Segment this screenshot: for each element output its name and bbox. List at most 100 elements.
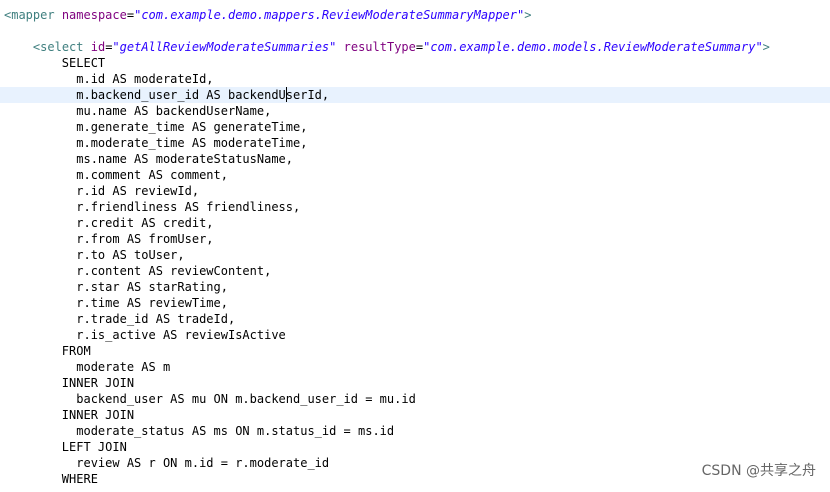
code-token: mapper — [11, 8, 55, 22]
code-token: INNER JOIN — [61, 376, 135, 390]
code-line[interactable]: m.moderate_time AS moderateTime, — [0, 135, 307, 151]
code-token: FROM — [61, 344, 91, 358]
code-token: INNER JOIN — [61, 408, 135, 422]
code-token: r.credit AS credit, — [76, 216, 214, 230]
code-line[interactable]: r.credit AS credit, — [0, 215, 214, 231]
code-line[interactable]: r.id AS reviewId, — [0, 183, 199, 199]
code-line[interactable]: INNER JOIN — [0, 375, 134, 391]
code-line[interactable]: r.is_active AS reviewIsActive — [0, 327, 286, 343]
code-line[interactable] — [0, 23, 4, 39]
code-token: moderate AS m — [76, 360, 171, 374]
code-line[interactable]: m.generate_time AS generateTime, — [0, 119, 307, 135]
code-token: "getAllReviewModerateSummaries" — [112, 40, 337, 54]
code-editor[interactable]: <mapper namespace="com.example.demo.mapp… — [0, 0, 830, 492]
code-token: "com.example.demo.models.ReviewModerateS… — [423, 40, 763, 54]
code-line[interactable]: mu.name AS backendUserName, — [0, 103, 271, 119]
horizontal-scrollbar[interactable] — [0, 484, 830, 492]
text-cursor — [285, 87, 287, 102]
code-line[interactable]: r.to AS toUser, — [0, 247, 185, 263]
code-line[interactable]: r.content AS reviewContent, — [0, 263, 271, 279]
code-token: r.star AS starRating, — [76, 280, 228, 294]
code-line[interactable]: LEFT JOIN — [0, 439, 127, 455]
code-line[interactable]: r.from AS fromUser, — [0, 231, 214, 247]
code-token: backend_user AS mu ON m.backend_user_id … — [76, 392, 416, 406]
code-token: namespace — [61, 8, 127, 22]
code-token: m.moderate_time AS moderateTime, — [76, 136, 308, 150]
code-token: > — [524, 8, 532, 22]
code-token: select — [40, 40, 84, 54]
code-token: r.to AS toUser, — [76, 248, 185, 262]
code-token: ms.name AS moderateStatusName, — [76, 152, 293, 166]
code-line[interactable]: INNER JOIN — [0, 407, 134, 423]
code-line[interactable]: ms.name AS moderateStatusName, — [0, 151, 293, 167]
code-token: m.comment AS comment, — [76, 168, 228, 182]
code-token: m.id AS moderateId, — [76, 72, 214, 86]
code-token: r.id AS reviewId, — [76, 184, 200, 198]
code-token: = — [126, 8, 135, 22]
code-line[interactable]: FROM — [0, 343, 91, 359]
code-token: mu.name AS backendUserName, — [76, 104, 272, 118]
code-token: > — [762, 40, 770, 54]
code-token: LEFT JOIN — [61, 440, 127, 454]
code-token: review AS r ON m.id = r.moderate_id — [76, 456, 330, 470]
csdn-watermark: CSDN @共享之舟 — [701, 463, 816, 479]
code-token: SELECT — [61, 56, 106, 70]
code-line[interactable]: <mapper namespace="com.example.demo.mapp… — [0, 7, 531, 23]
code-token: "com.example.demo.mappers.ReviewModerate… — [134, 8, 525, 22]
code-token: resultType — [343, 40, 416, 54]
code-line[interactable]: r.trade_id AS tradeId, — [0, 311, 235, 327]
code-line[interactable]: r.friendliness AS friendliness, — [0, 199, 300, 215]
code-token: moderate_status AS ms ON m.status_id = m… — [76, 424, 395, 438]
code-token: r.is_active AS reviewIsActive — [76, 328, 286, 342]
code-token: r.from AS fromUser, — [76, 232, 214, 246]
code-token: r.friendliness AS friendliness, — [76, 200, 301, 214]
code-line[interactable]: m.comment AS comment, — [0, 167, 228, 183]
code-line-current[interactable]: m.backend_user_id AS backendUserId, — [0, 87, 830, 103]
code-line[interactable]: review AS r ON m.id = r.moderate_id — [0, 455, 329, 471]
code-line[interactable]: backend_user AS mu ON m.backend_user_id … — [0, 391, 416, 407]
code-line[interactable]: SELECT — [0, 55, 105, 71]
code-line[interactable]: r.star AS starRating, — [0, 279, 228, 295]
code-line[interactable]: moderate_status AS ms ON m.status_id = m… — [0, 423, 394, 439]
code-token: r.trade_id AS tradeId, — [76, 312, 236, 326]
code-token: m.generate_time AS generateTime, — [76, 120, 308, 134]
code-line[interactable]: moderate AS m — [0, 359, 170, 375]
code-line[interactable]: m.id AS moderateId, — [0, 71, 214, 87]
code-token: m.backend_user_id AS backendUserId, — [76, 88, 330, 102]
code-token: r.content AS reviewContent, — [76, 264, 272, 278]
code-line[interactable]: r.time AS reviewTime, — [0, 295, 228, 311]
code-token: id — [90, 40, 106, 54]
code-token: r.time AS reviewTime, — [76, 296, 228, 310]
code-line[interactable]: <select id="getAllReviewModerateSummarie… — [0, 39, 770, 55]
